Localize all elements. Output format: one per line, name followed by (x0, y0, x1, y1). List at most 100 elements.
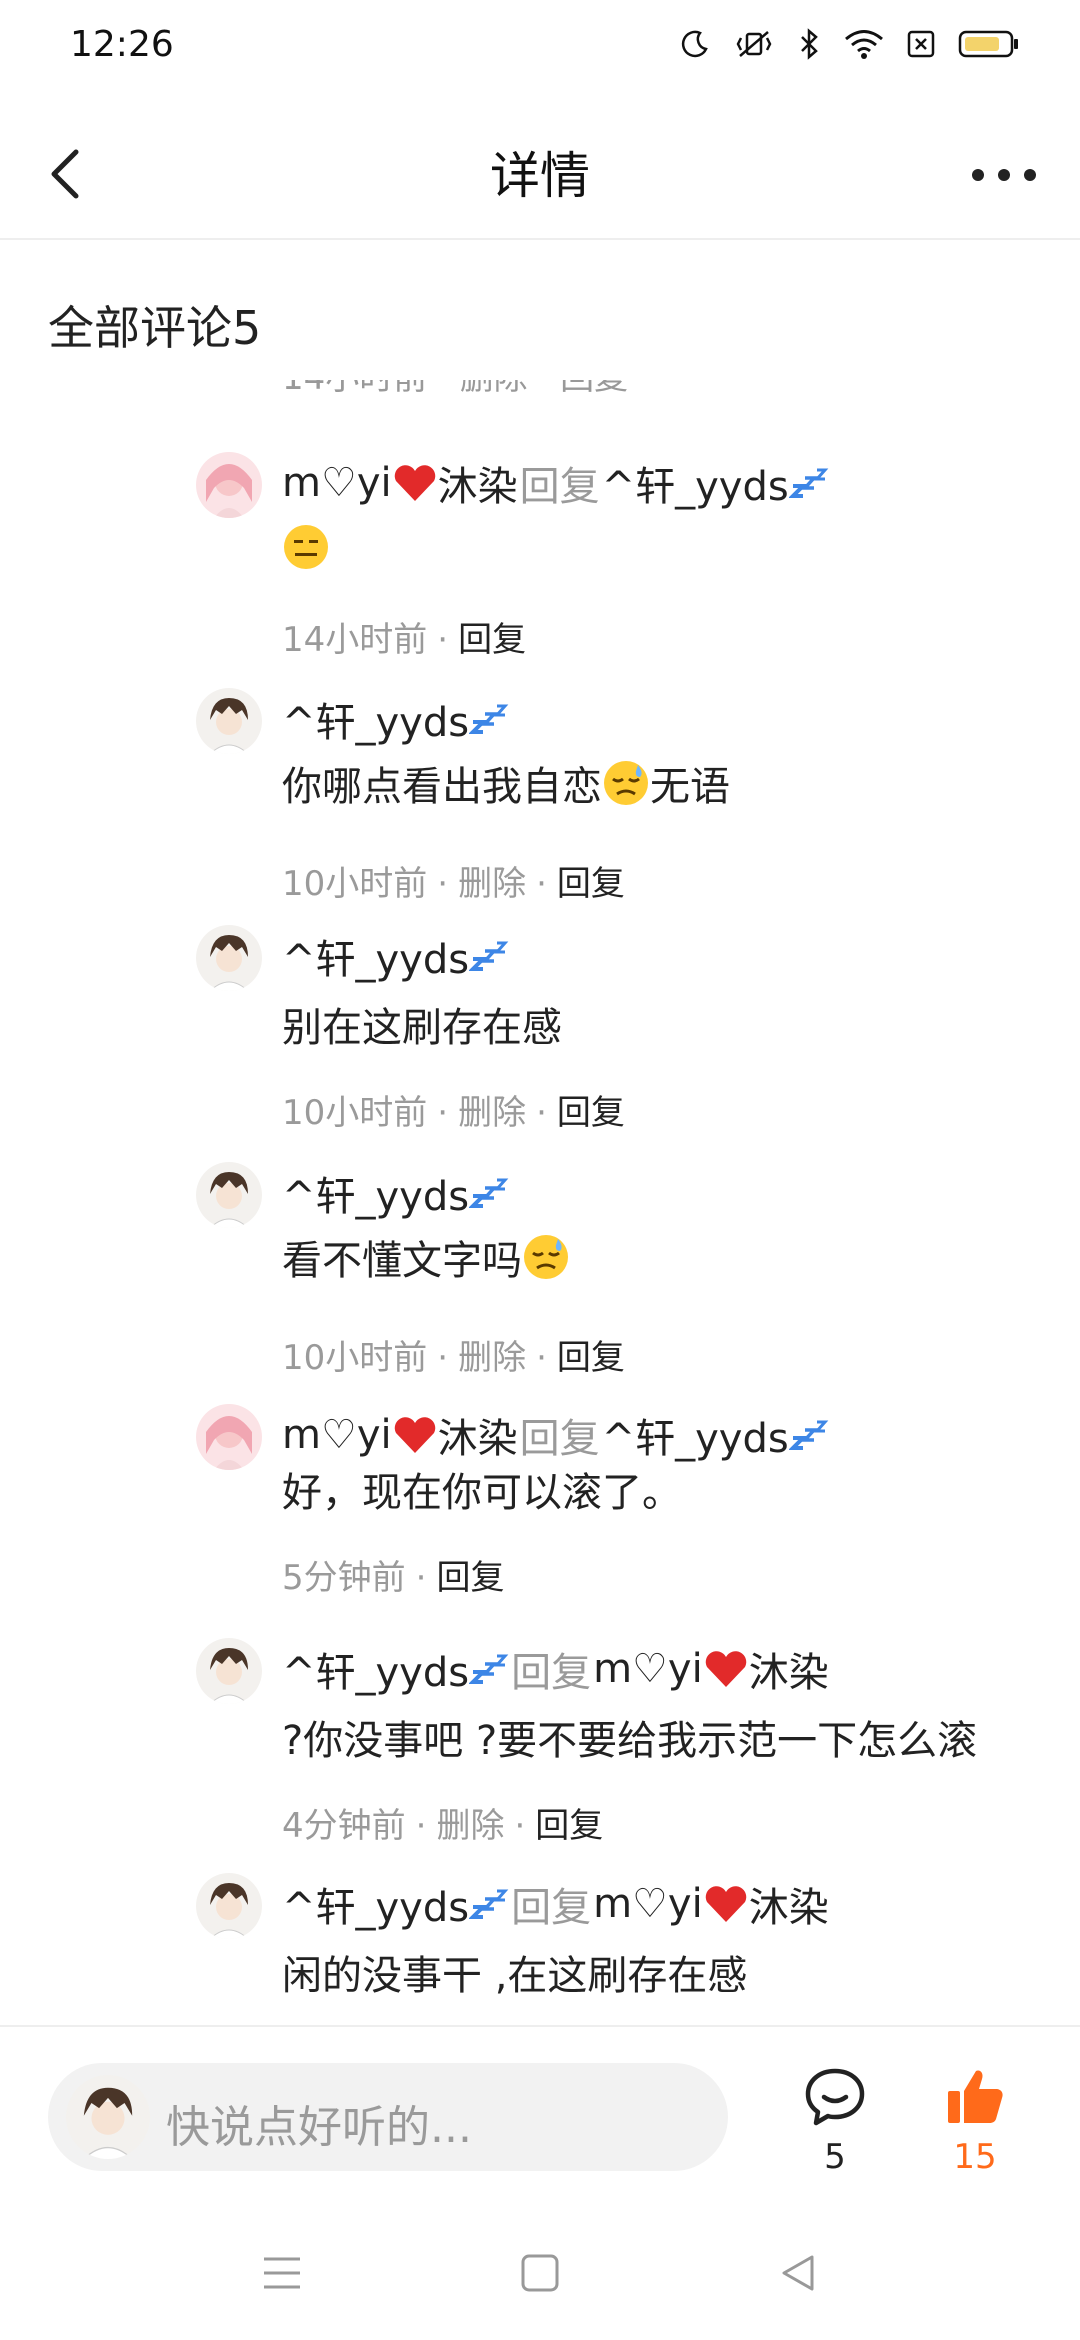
comment-text: 你哪点看出我自恋 无语 (282, 754, 730, 812)
comment-meta: 14小时前 · 回复 (282, 620, 527, 660)
delete-button[interactable]: 删除 (436, 1806, 504, 1846)
comment-text: 别在这刷存在感 (282, 1005, 562, 1051)
battery-icon (958, 28, 1020, 60)
zzz-icon (469, 1178, 509, 1208)
more-button[interactable] (964, 150, 1044, 200)
comment-time: 4分钟前 (282, 1806, 406, 1846)
comment-header: ^轩_yyds 回复 m♡yi 沐染 (282, 1640, 829, 1698)
comment-header: m♡yi 沐染 回复 ^轩_yyds (282, 454, 829, 512)
avatar[interactable] (196, 688, 262, 754)
comment-header: ^轩_yyds (282, 927, 509, 985)
comment-time: 5分钟前 (282, 1558, 406, 1598)
status-bar: 12:26 (0, 0, 1080, 96)
reply-word: 回复 (519, 464, 600, 510)
comment-meta: 10小时前 · 删除 · 回复 (282, 864, 625, 904)
avatar[interactable] (196, 1638, 262, 1704)
reply-target[interactable]: ^轩_yyds (602, 454, 789, 512)
red-heart-icon (394, 1417, 435, 1453)
comment-username-suffix[interactable]: 沐染 (438, 454, 518, 512)
comment-username[interactable]: m♡yi (282, 1412, 392, 1458)
comment-header: ^轩_yyds (282, 690, 509, 748)
comment-header: ^轩_yyds 回复 m♡yi 沐染 (282, 1875, 829, 1933)
status-time: 12:26 (70, 24, 174, 65)
reply-button[interactable]: 回复 (557, 1338, 625, 1378)
reply-button[interactable]: 回复 (557, 1093, 625, 1133)
system-back-button[interactable] (778, 2253, 818, 2297)
reply-button[interactable]: 回复 (436, 1558, 504, 1598)
comments-list[interactable]: 14小时前 · 删除 · 回复 m♡yi 沐染 回复 ^轩_yyds 14小时前… (0, 380, 1080, 2025)
comment-meta: 10小时前 · 删除 · 回复 (282, 1338, 625, 1378)
delete-button[interactable]: 删除 (458, 1338, 526, 1378)
likes-count: 15 (953, 2137, 997, 2177)
zzz-icon (469, 941, 509, 971)
comment-time: 14小时前 (282, 620, 428, 660)
comment-time: 10小时前 (282, 1338, 428, 1378)
comment-username[interactable]: ^轩_yyds (282, 690, 469, 748)
reply-word: 回复 (519, 1416, 600, 1462)
wifi-icon (844, 28, 884, 60)
comment-input-placeholder: 快说点好听的... (166, 2102, 472, 2153)
comments-count: 5 (824, 2137, 846, 2177)
comment-meta: 5分钟前 · 回复 (282, 1558, 505, 1598)
avatar[interactable] (196, 1404, 262, 1470)
red-heart-icon (394, 465, 435, 501)
zzz-icon (788, 1420, 829, 1450)
red-heart-icon (705, 1651, 746, 1687)
comment-username[interactable]: ^轩_yyds (282, 1875, 469, 1933)
reply-button[interactable]: 回复 (458, 620, 526, 660)
zzz-icon (469, 1889, 509, 1919)
reply-button[interactable]: 回复 (535, 1806, 603, 1846)
comment-username[interactable]: ^轩_yyds (282, 927, 469, 985)
status-icons (680, 28, 1020, 60)
back-triangle-icon (778, 2255, 818, 2297)
reply-target-suffix[interactable]: 沐染 (749, 1875, 829, 1933)
avatar[interactable] (196, 452, 262, 518)
reply-target[interactable]: ^轩_yyds (602, 1406, 789, 1464)
delete-button[interactable]: 删除 (458, 864, 526, 904)
sweat-face-icon (604, 761, 648, 805)
comment-username[interactable]: ^轩_yyds (282, 1164, 469, 1222)
comment-text-part: 看不懂文字吗 (282, 1238, 522, 1284)
reply-target[interactable]: m♡yi (593, 1881, 703, 1927)
avatar[interactable] (196, 925, 262, 991)
sweat-face-icon (524, 1235, 568, 1279)
comment-bubble-icon (804, 2068, 866, 2131)
comment-meta: 4分钟前 · 删除 · 回复 (282, 1806, 604, 1846)
home-button[interactable] (520, 2253, 560, 2297)
comments-button[interactable]: 5 (800, 2067, 870, 2177)
comment-text: 看不懂文字吗 (282, 1228, 570, 1286)
comment-text: 好，现在你可以滚了。 (282, 1470, 682, 1516)
reply-target-suffix[interactable]: 沐染 (749, 1640, 829, 1698)
partial-comment-meta: 14小时前 · 删除 · 回复 (282, 380, 628, 399)
delete-button[interactable]: 删除 (458, 1093, 526, 1133)
comment-text-part: 无语 (650, 764, 730, 810)
bottom-bar: 快说点好听的... 5 15 (0, 2025, 1080, 2197)
comment-input[interactable]: 快说点好听的... (48, 2063, 728, 2171)
menu-button[interactable] (262, 2253, 302, 2297)
reply-word: 回复 (511, 1650, 592, 1696)
comment-username[interactable]: m♡yi (282, 460, 392, 506)
sim-icon (906, 28, 936, 60)
comment-meta: 10小时前 · 删除 · 回复 (282, 1093, 625, 1133)
moon-icon (680, 29, 710, 59)
comment-header: m♡yi 沐染 回复 ^轩_yyds (282, 1406, 829, 1464)
comment-text: 闲的没事干 ,在这刷存在感 (282, 1953, 748, 1999)
like-button[interactable]: 15 (940, 2067, 1010, 2177)
comment-text: ?你没事吧 ?要不要给我示范一下怎么滚 (282, 1718, 978, 1764)
avatar[interactable] (196, 1873, 262, 1939)
comment-time: 10小时前 (282, 864, 428, 904)
comment-text (282, 522, 330, 571)
reply-button[interactable]: 回复 (557, 864, 625, 904)
avatar[interactable] (196, 1162, 262, 1228)
menu-icon (262, 2257, 302, 2297)
reply-word: 回复 (511, 1885, 592, 1931)
comment-username[interactable]: ^轩_yyds (282, 1640, 469, 1698)
comment-username-suffix[interactable]: 沐染 (438, 1406, 518, 1464)
comment-header: ^轩_yyds (282, 1164, 509, 1222)
page-title: 详情 (490, 147, 590, 205)
reply-target[interactable]: m♡yi (593, 1646, 703, 1692)
bluetooth-icon (798, 28, 822, 60)
zzz-icon (469, 704, 509, 734)
nav-bar: 详情 (0, 110, 1080, 240)
system-navigation (0, 2195, 1080, 2340)
